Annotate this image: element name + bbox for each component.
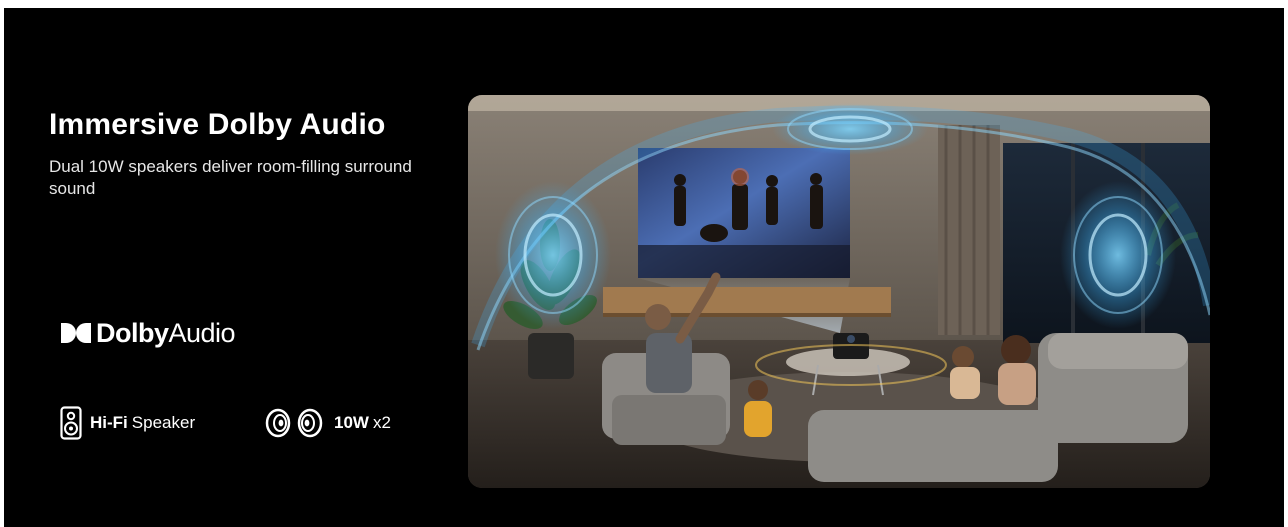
ceiling-sound-wave [772, 103, 928, 155]
dolby-product: Audio [168, 317, 236, 348]
dolby-double-d-icon [61, 323, 91, 343]
dolby-audio-logo: DolbyAudio [60, 313, 236, 353]
subheadline: Dual 10W speakers deliver room-filling s… [49, 157, 412, 198]
spec-power-value: 10W [334, 413, 369, 432]
spec-power-multiplier: x2 [372, 413, 391, 432]
spec-hifi-label: Hi-Fi [90, 413, 128, 432]
spec-hifi-suffix: Speaker [131, 413, 196, 432]
spec-power: 10W x2 [262, 406, 391, 440]
headline: Immersive Dolby Audio [49, 108, 386, 141]
feature-banner: Immersive Dolby Audio Dual 10W speakers … [4, 8, 1284, 527]
speaker-icon [60, 406, 82, 440]
dolby-brand: Dolby [96, 317, 169, 348]
sofa [808, 410, 1058, 482]
dolby-wordmark: DolbyAudio [96, 317, 236, 349]
spec-hifi-speaker: Hi-Fi Speaker [60, 406, 195, 440]
man-body [646, 333, 692, 393]
plant-pot [528, 333, 574, 379]
child [744, 401, 772, 437]
girl [952, 346, 974, 368]
living-room-scene-image [468, 95, 1210, 488]
dual-speaker-icon [265, 408, 323, 438]
left-sound-wave [495, 181, 611, 329]
woman [1001, 335, 1031, 365]
right-sound-wave [1060, 181, 1176, 329]
media-console [603, 287, 891, 313]
scene-illustration [468, 95, 1210, 488]
